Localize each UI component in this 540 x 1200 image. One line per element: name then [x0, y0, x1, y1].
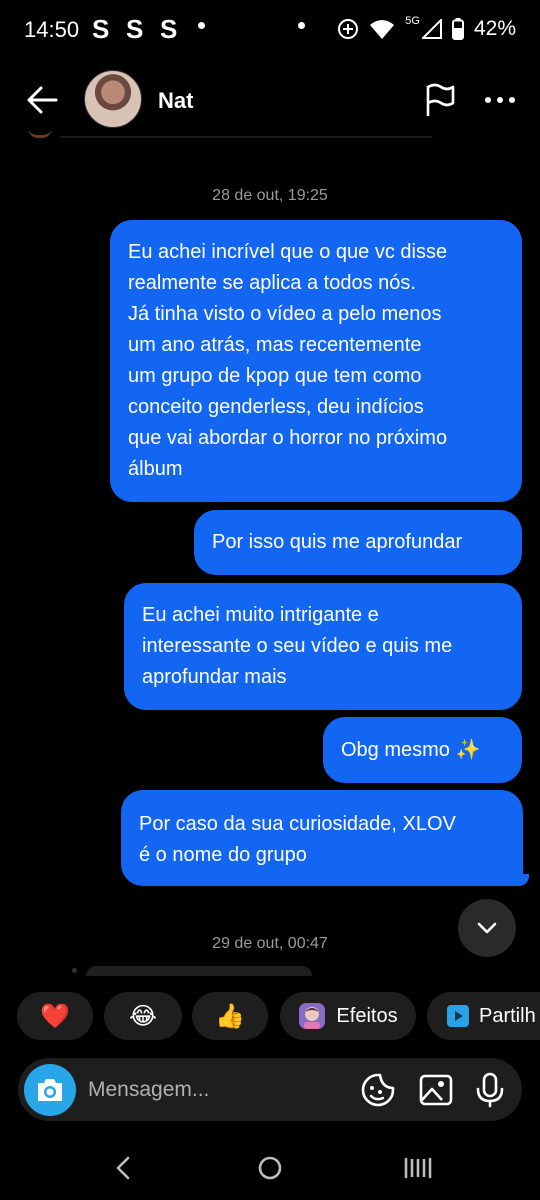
message-line: Por caso da sua curiosidade, XLOV [139, 813, 456, 835]
network-type: 5G [405, 15, 420, 27]
message-line: conceito genderless, deu indícios [128, 396, 424, 418]
chat-header: Nat [0, 62, 540, 138]
sent-message-bubble[interactable]: Eu achei incrível que o que vc disse rea… [110, 220, 522, 502]
contact-name[interactable]: Nat [158, 88, 193, 114]
message-input[interactable] [88, 1068, 348, 1111]
gallery-icon[interactable] [418, 1072, 454, 1108]
data-saver-icon [338, 19, 359, 39]
laughing-emoji-icon: 😂 [128, 1002, 158, 1030]
message-line: álbum [128, 458, 183, 480]
bubble-tail [515, 874, 529, 886]
status-bar: 14:50 S S S 5G 42% [0, 0, 540, 62]
sticker-icon[interactable] [360, 1072, 396, 1108]
message-line: Eu achei incrível que o que vc disse [128, 241, 448, 263]
message-line: realmente se aplica a todos nós. [128, 272, 416, 294]
notification-dot-icon [298, 22, 305, 29]
app-notification-icon: S [92, 14, 110, 44]
quick-reaction-thumbs-up[interactable]: 👍 [192, 992, 268, 1040]
effects-avatar-icon [299, 1003, 326, 1029]
avatar[interactable] [84, 70, 142, 128]
message-line: Já tinha visto o vídeo a pelo menos [128, 303, 442, 325]
sent-message-bubble[interactable]: Obg mesmo ✨ [323, 717, 522, 783]
message-line: Por isso quis me aprofundar [212, 531, 463, 553]
status-time: 14:50 [24, 17, 80, 42]
share-label: Partilh [479, 1004, 536, 1027]
effects-label: Efeitos [336, 1004, 398, 1027]
received-message-peek [86, 966, 312, 976]
effects-button[interactable]: Efeitos [280, 992, 416, 1040]
camera-button[interactable] [24, 1064, 76, 1116]
message-line: que vai abordar o horror no próximo [128, 427, 448, 449]
camera-icon [38, 1079, 62, 1101]
message-timestamp: 29 de out, 00:47 [212, 935, 328, 952]
nav-back-icon[interactable] [104, 1150, 144, 1186]
message-line: Obg mesmo ✨ [341, 739, 481, 761]
message-line: interessante o seu vídeo e quis me [142, 635, 453, 657]
heart-icon: ❤️ [40, 1002, 70, 1030]
divider [60, 136, 432, 138]
sent-message-bubble[interactable]: Por caso da sua curiosidade, XLOV é o no… [121, 790, 523, 886]
share-button[interactable]: Partilh [427, 992, 540, 1040]
nav-recent-apps-icon[interactable] [398, 1150, 438, 1186]
message-line: é o nome do grupo [139, 844, 307, 866]
message-line: um ano atrás, mas recentemente [128, 334, 422, 356]
message-composer [18, 1058, 522, 1121]
wifi-icon [370, 20, 395, 39]
notification-dot-icon [198, 22, 205, 29]
more-options-icon[interactable] [480, 82, 520, 118]
sent-message-bubble[interactable]: Por isso quis me aprofundar [194, 510, 522, 575]
message-line: Eu achei muito intrigante e [142, 604, 379, 626]
system-navigation-bar [0, 1136, 540, 1200]
sent-message-bubble[interactable]: Eu achei muito intrigante e interessante… [124, 583, 522, 710]
quick-reaction-heart[interactable]: ❤️ [17, 992, 93, 1040]
app-notification-icon: S [160, 14, 178, 44]
message-line: aprofundar mais [142, 666, 287, 688]
play-share-icon [447, 1005, 469, 1027]
quick-reaction-laugh[interactable]: 😂 [104, 992, 182, 1040]
received-avatar-peek [72, 968, 77, 973]
message-timestamp: 28 de out, 19:25 [212, 187, 328, 204]
app-notification-icon: S [126, 14, 144, 44]
microphone-icon[interactable] [472, 1072, 508, 1108]
flag-icon[interactable] [422, 82, 458, 118]
thumbs-up-icon: 👍 [215, 1002, 245, 1030]
battery-percent: 42% [473, 17, 516, 40]
status-right: 5G 42% [337, 15, 516, 41]
back-arrow-icon[interactable] [22, 80, 62, 120]
message-line: um grupo de kpop que tem como [128, 365, 422, 387]
signal-icon [421, 19, 442, 39]
nav-home-icon[interactable] [250, 1150, 290, 1186]
battery-icon [451, 18, 464, 40]
